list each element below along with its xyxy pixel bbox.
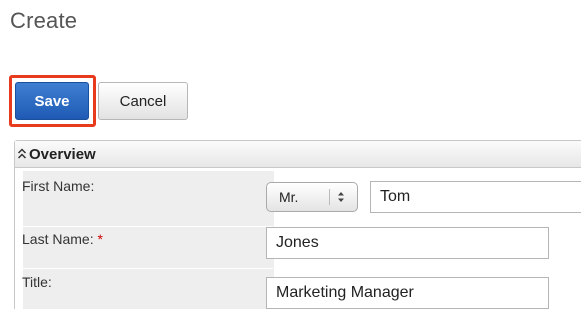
last-name-label: Last Name: *: [22, 231, 103, 247]
title-field[interactable]: [266, 277, 549, 309]
create-page: Create Save Cancel Overview First Name: …: [0, 0, 581, 309]
select-arrows-icon: [329, 189, 344, 205]
cancel-button[interactable]: Cancel: [98, 82, 188, 120]
first-name-label: First Name:: [22, 178, 95, 194]
salutation-select[interactable]: Mr.: [266, 182, 358, 212]
row-divider: [22, 226, 273, 227]
required-marker: *: [97, 231, 103, 247]
page-title: Create: [10, 8, 78, 33]
row-divider: [22, 268, 273, 269]
title-label: Title:: [22, 274, 52, 290]
first-name-field[interactable]: [370, 181, 581, 213]
last-name-field[interactable]: [266, 227, 549, 259]
salutation-value: Mr.: [279, 189, 299, 205]
double-chevron-up-icon[interactable]: [17, 147, 27, 161]
last-name-label-text: Last Name:: [22, 231, 94, 247]
overview-panel-header[interactable]: Overview: [15, 141, 581, 168]
save-button[interactable]: Save: [15, 82, 89, 120]
panel-title: Overview: [29, 145, 96, 163]
